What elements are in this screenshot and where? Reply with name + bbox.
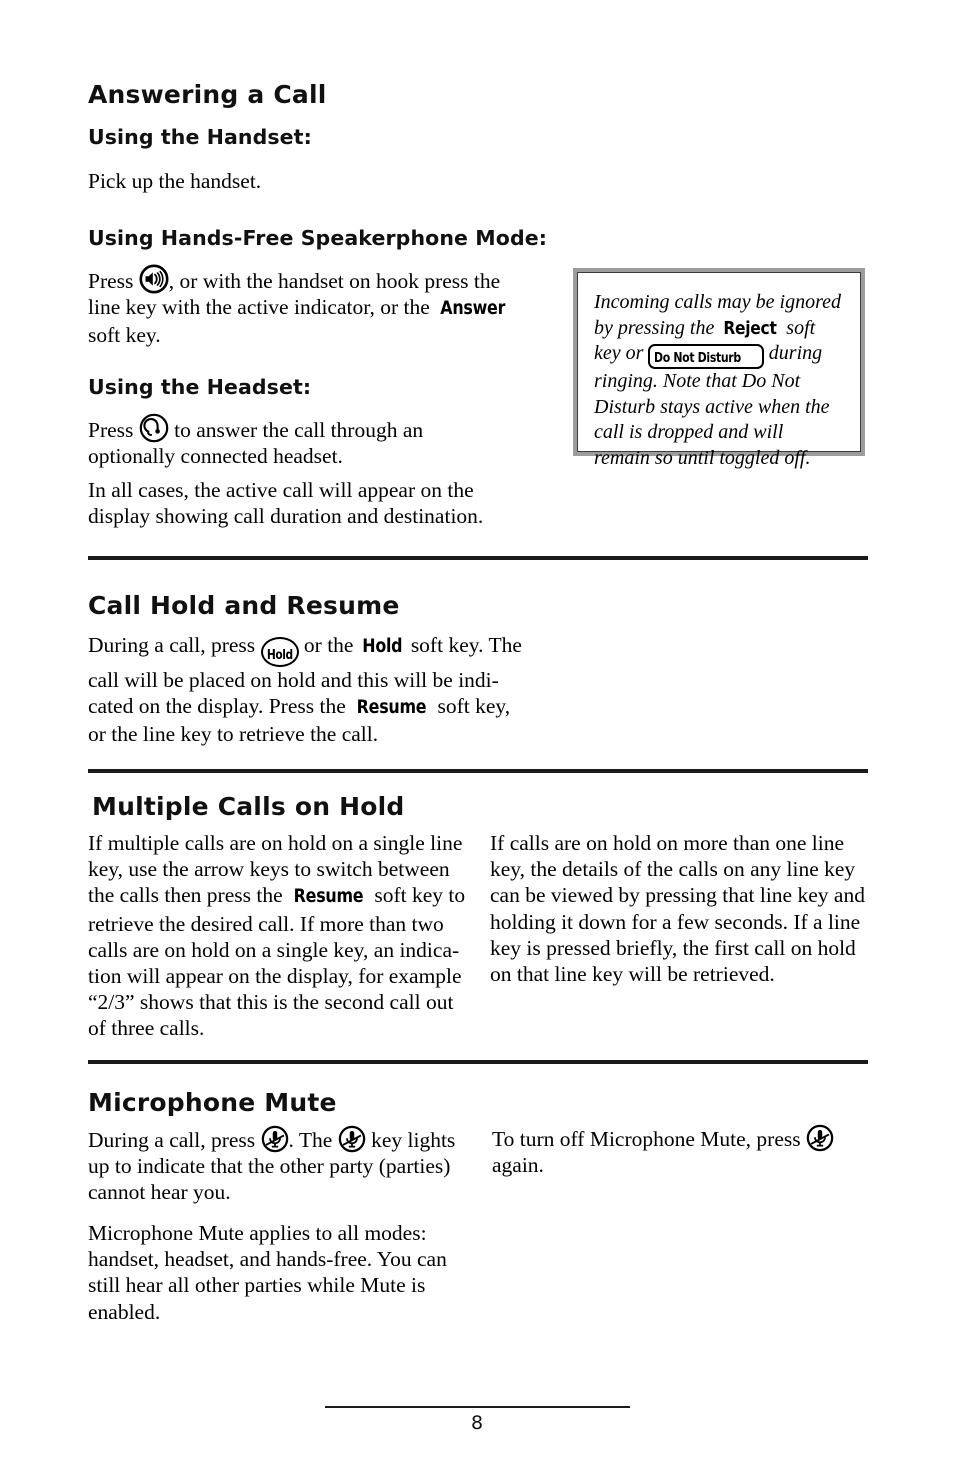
do-not-disturb-key-label: Do Not Disturb [654,351,742,367]
footer-divider [325,1406,630,1408]
paragraph-multiple-calls-right: If calls are on hold on more than one li… [490,831,865,987]
mute-icon-2 [338,1125,366,1153]
section-divider-2 [88,769,868,773]
speakerphone-text-end: soft key. [88,323,161,348]
answer-soft-key-label: Answer [440,298,506,320]
page-number: 8 [470,1412,484,1434]
hold-key-icon-label: Hold [266,648,293,663]
headset-text-before: Press [88,418,139,442]
paragraph-microphone-mute-modes: Microphone Mute applies to all modes: ha… [88,1221,447,1324]
reject-soft-key-label: Reject [723,317,778,339]
hold-key-icon: Hold [260,637,299,667]
section-divider-3 [88,1060,868,1064]
paragraph-call-hold: During a call, press Hold or the Hold so… [88,632,528,748]
heading-using-the-handset: Using the Handset: [88,125,312,149]
note-box: Incoming calls may be ignored by pressin… [573,268,865,469]
hold-text-before: During a call, press [88,633,261,657]
headset-icon [139,413,169,443]
resume-soft-key-label-multi: Resume [293,886,364,908]
resume-soft-key-label: Resume [356,697,427,719]
mute-right-part1: To turn off Microphone Mute, press [492,1127,806,1151]
note-box-inner: Incoming calls may be ignored by pressin… [577,272,861,469]
heading-microphone-mute: Microphone Mute [88,1088,337,1117]
heading-using-the-headset: Using the Headset: [88,375,312,399]
paragraph-microphone-mute-right: To turn off Microphone Mute, press again… [492,1124,870,1178]
hold-text-after: or the [298,633,359,657]
speakerphone-icon [139,264,169,294]
mute-right-part2: again. [492,1153,544,1178]
paragraph-using-headset: Press to answer the call through an opti… [88,413,508,469]
paragraph-active-call-display: In all cases, the active call will appea… [88,478,484,529]
heading-multiple-calls-on-hold: Multiple Calls on Hold [92,792,405,821]
speakerphone-text-before: Press [88,269,139,293]
note-text: Incoming calls may be ignored by pressin… [594,290,844,472]
heading-call-hold-and-resume: Call Hold and Resume [88,591,400,620]
heading-using-speakerphone: Using Hands-Free Speakerphone Mode: [88,226,548,250]
mute-icon [261,1125,289,1153]
document-page: Answering a Call Using the Handset: Pick… [0,0,954,1475]
mute-left-part1: During a call, press [88,1128,261,1152]
section-divider-1 [88,556,868,560]
do-not-disturb-key: Do Not Disturb [648,344,764,370]
heading-answering-a-call: Answering a Call [88,80,327,109]
paragraph-microphone-mute-left: During a call, press . The key lights up… [88,1125,460,1206]
mute-icon-3 [806,1124,834,1152]
hold-soft-key-label: Hold [362,636,403,657]
paragraph-multiple-calls-left: If multiple calls are on hold on a singl… [88,830,466,1042]
paragraph-using-speakerphone: Press , or with the handset on hook pres… [88,264,520,349]
mute-left-part2: . The [288,1128,338,1152]
paragraph-using-handset: Pick up the handset. [88,169,262,193]
